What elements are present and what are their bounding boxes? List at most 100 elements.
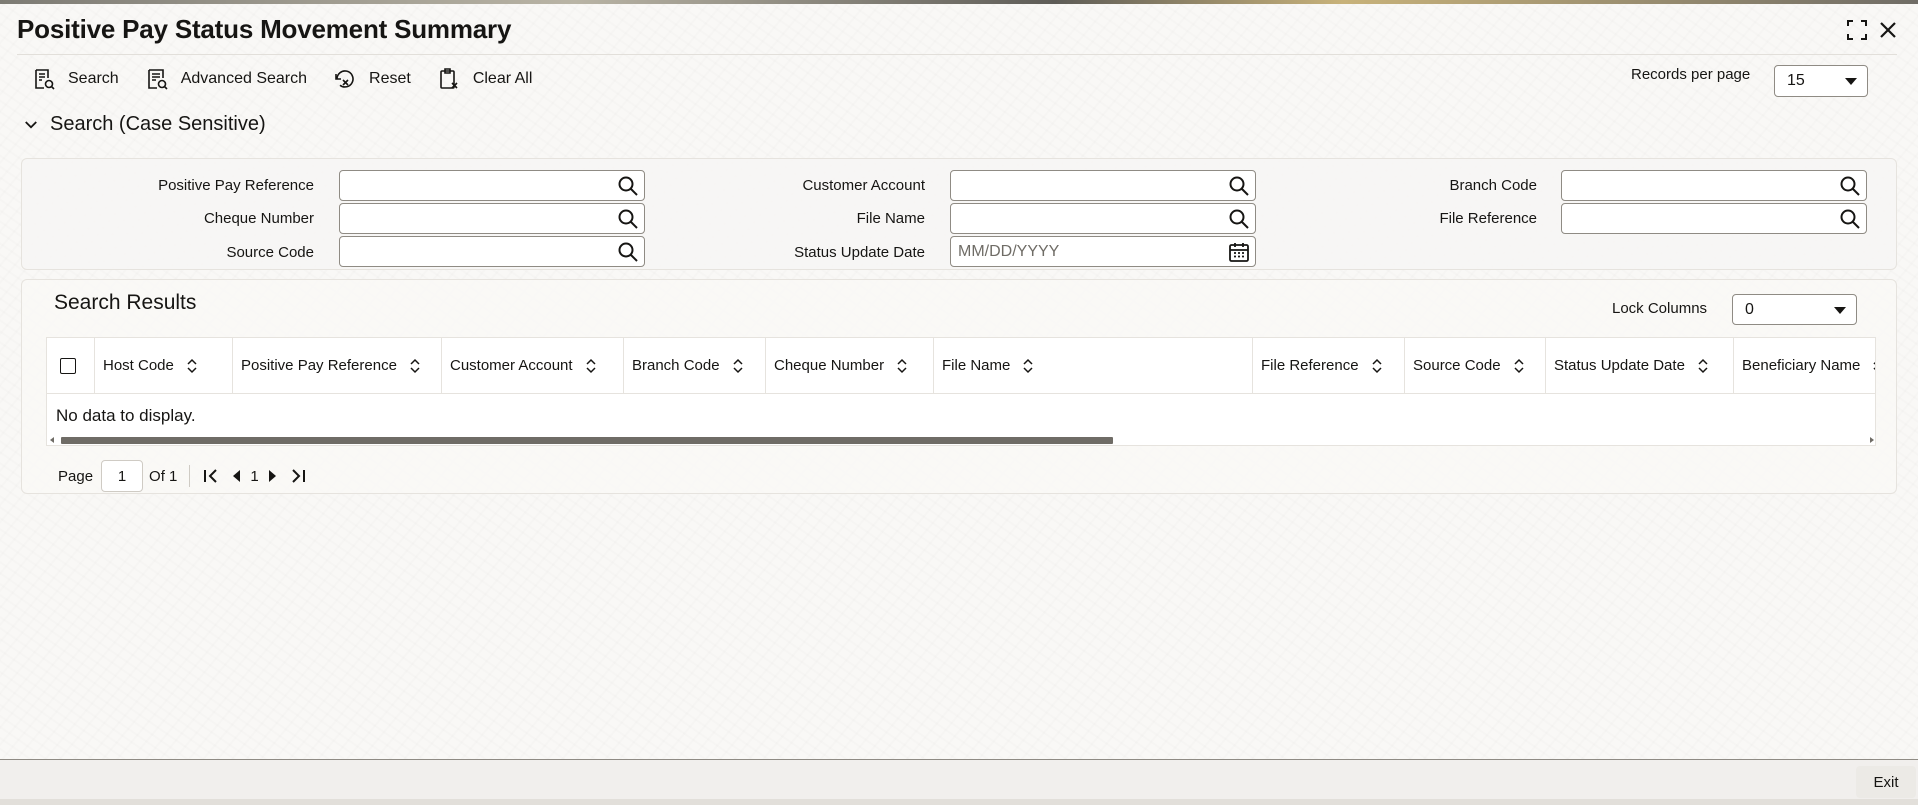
- customer-account-input[interactable]: [950, 170, 1256, 201]
- scroll-right-icon[interactable]: [1870, 437, 1874, 443]
- search-icon[interactable]: [616, 174, 640, 198]
- branch-code-label: Branch Code: [1449, 177, 1537, 194]
- column-header-label: Cheque Number: [774, 357, 885, 374]
- next-page-icon[interactable]: [262, 466, 282, 486]
- sort-icon: [1698, 358, 1708, 373]
- lock-columns-select[interactable]: 0: [1732, 294, 1857, 325]
- sort-icon: [1514, 358, 1524, 373]
- column-header-label: Host Code: [103, 357, 174, 374]
- file-name-label: File Name: [856, 210, 925, 227]
- last-page-icon[interactable]: [288, 466, 308, 486]
- page-number-input-value: 1: [117, 467, 127, 485]
- sort-icon: [1023, 358, 1033, 373]
- first-page-icon[interactable]: [201, 466, 221, 486]
- positive-pay-reference-label: Positive Pay Reference: [158, 177, 314, 194]
- advanced-search-icon: [147, 69, 168, 90]
- column-header-label: Customer Account: [450, 357, 573, 374]
- page-of-label: Of 1: [149, 467, 178, 485]
- reset-icon: [335, 70, 354, 88]
- column-header-label: Status Update Date: [1554, 357, 1685, 374]
- exit-button[interactable]: Exit: [1856, 766, 1916, 798]
- empty-table-message: No data to display.: [56, 406, 196, 425]
- column-header-file-reference[interactable]: File Reference: [1253, 338, 1405, 393]
- column-header-status-update-date[interactable]: Status Update Date: [1546, 338, 1734, 393]
- results-table: Host Code Positive Pay Reference Custome…: [46, 337, 1876, 446]
- branch-code-input[interactable]: [1561, 170, 1867, 201]
- sort-icon: [733, 358, 743, 373]
- close-icon[interactable]: [1876, 18, 1900, 42]
- scroll-left-icon[interactable]: [50, 437, 54, 443]
- previous-page-icon[interactable]: [227, 466, 247, 486]
- search-section-toggle[interactable]: Search (Case Sensitive): [22, 113, 266, 136]
- column-header-source-code[interactable]: Source Code: [1405, 338, 1546, 393]
- column-header-label: Source Code: [1413, 357, 1501, 374]
- customer-account-label: Customer Account: [802, 177, 925, 194]
- sort-icon: [1372, 358, 1382, 373]
- clear-all-button-label: Clear All: [472, 70, 533, 87]
- column-header-host-code[interactable]: Host Code: [95, 338, 233, 393]
- sort-icon: [897, 358, 907, 373]
- positive-pay-reference-input[interactable]: [339, 170, 645, 201]
- column-header-label: Positive Pay Reference: [241, 357, 397, 374]
- column-header-cheque-number[interactable]: Cheque Number: [766, 338, 934, 393]
- search-icon[interactable]: [1838, 207, 1862, 231]
- title-divider: [17, 54, 1897, 55]
- chevron-down-icon: [1834, 306, 1846, 314]
- clear-all-icon: [440, 68, 458, 89]
- horizontal-scrollbar[interactable]: [47, 435, 1875, 445]
- search-icon[interactable]: [1838, 174, 1862, 198]
- column-header-positive-pay-reference[interactable]: Positive Pay Reference: [233, 338, 442, 393]
- file-reference-input[interactable]: [1561, 203, 1867, 234]
- records-per-page-select[interactable]: 15: [1774, 65, 1868, 97]
- column-header-label: Branch Code: [632, 357, 720, 374]
- maximize-icon[interactable]: [1845, 18, 1869, 42]
- page-title: Positive Pay Status Movement Summary: [17, 14, 512, 44]
- records-per-page-value: 15: [1787, 72, 1805, 89]
- source-code-label: Source Code: [226, 244, 314, 261]
- table-header-row: Host Code Positive Pay Reference Custome…: [47, 338, 1875, 394]
- clear-all-button[interactable]: Clear All: [437, 67, 533, 91]
- reset-button[interactable]: Reset: [333, 67, 411, 91]
- search-form-icon: [35, 69, 55, 90]
- sort-icon: [410, 358, 420, 373]
- advanced-search-button[interactable]: Advanced Search: [145, 67, 307, 91]
- reset-button-label: Reset: [369, 70, 411, 87]
- column-header-customer-account[interactable]: Customer Account: [442, 338, 624, 393]
- records-per-page-label: Records per page: [1631, 66, 1751, 83]
- date-placeholder: MM/DD/YYYY: [958, 243, 1060, 260]
- column-header-label: File Name: [942, 357, 1011, 374]
- sort-icon: [586, 358, 596, 373]
- column-header-file-name[interactable]: File Name: [934, 338, 1253, 393]
- cheque-number-input[interactable]: [339, 203, 645, 234]
- search-icon[interactable]: [616, 207, 640, 231]
- source-code-input[interactable]: [339, 236, 645, 267]
- toolbar: Search Advanced Search Reset Clear All: [32, 64, 558, 94]
- search-button[interactable]: Search: [32, 67, 119, 91]
- page-number-input[interactable]: 1: [101, 460, 144, 492]
- cheque-number-label: Cheque Number: [203, 210, 314, 227]
- column-header-branch-code[interactable]: Branch Code: [624, 338, 766, 393]
- search-results-title: Search Results: [54, 291, 197, 314]
- column-header-beneficiary-name[interactable]: Beneficiary Name: [1734, 338, 1875, 393]
- current-page-number: 1: [250, 467, 259, 485]
- scrollbar-thumb[interactable]: [61, 437, 1113, 444]
- calendar-icon[interactable]: [1227, 240, 1251, 264]
- sort-icon: [187, 358, 197, 373]
- search-icon[interactable]: [616, 240, 640, 264]
- search-button-label: Search: [68, 70, 119, 87]
- status-update-date-label: Status Update Date: [794, 244, 925, 261]
- status-update-date-input[interactable]: MM/DD/YYYY: [950, 236, 1256, 267]
- file-reference-label: File Reference: [1439, 210, 1537, 227]
- select-all-checkbox[interactable]: [60, 357, 76, 374]
- lock-columns-value: 0: [1745, 300, 1754, 318]
- pagination: Page 1 Of 1 1: [58, 460, 311, 492]
- select-all-checkbox-cell: [47, 338, 95, 393]
- chevron-down-icon: [1845, 78, 1857, 85]
- advanced-search-button-label: Advanced Search: [180, 70, 308, 87]
- search-icon[interactable]: [1227, 174, 1251, 198]
- column-header-label: Beneficiary Name: [1742, 357, 1861, 374]
- sort-icon: [1873, 361, 1875, 370]
- file-name-input[interactable]: [950, 203, 1256, 234]
- search-icon[interactable]: [1227, 207, 1251, 231]
- pagination-divider: [189, 465, 191, 487]
